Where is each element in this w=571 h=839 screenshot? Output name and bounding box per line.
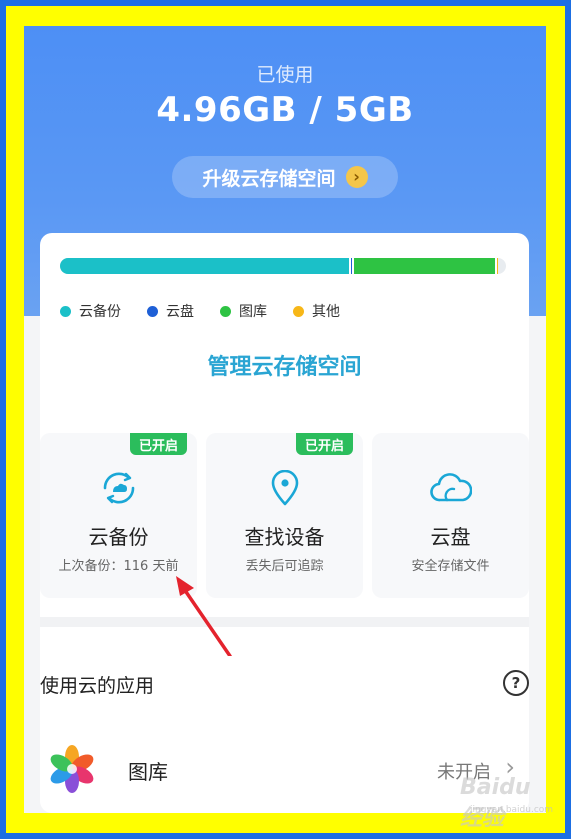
legend-dot (60, 305, 71, 317)
legend-dot (147, 305, 158, 317)
tile-title: 查找设备 (244, 525, 325, 549)
legend-label: 其他 (312, 304, 340, 320)
bar-segment-other (495, 258, 498, 274)
tile-title: 云备份 (88, 525, 149, 549)
manage-storage-link[interactable]: 管理云存储空间 (40, 349, 529, 381)
bar-segment-gallery (351, 258, 496, 274)
legend-label: 图库 (239, 304, 267, 320)
section-divider (40, 617, 529, 627)
feature-tiles: 已开启 云备份 上次备份：116 天前 已开启 查找设备 丢失后可追踪 云盘 安… (40, 433, 529, 603)
upgrade-storage-label: 升级云存储空间 (202, 167, 336, 190)
legend-dot (293, 305, 304, 317)
storage-card: 云备份 云盘 图库 其他 管理云存储空间 已开启 云备份 上次备份：116 天前… (40, 233, 529, 813)
status-badge: 已开启 (129, 433, 187, 455)
used-value: 4.96GB / 5GB (156, 90, 414, 130)
legend-label: 云盘 (166, 304, 194, 320)
watermark-sub: jingyan.baidu.com (470, 805, 554, 815)
question-icon[interactable]: ? (503, 670, 529, 696)
legend-item: 图库 (220, 301, 267, 321)
bar-segment-cloud-backup (60, 258, 350, 274)
upgrade-storage-button[interactable]: 升级云存储空间 › (172, 156, 398, 198)
apps-section-title: 使用云的应用 (40, 675, 155, 697)
tile-title: 云盘 (430, 525, 471, 549)
app-name: 图库 (128, 760, 168, 784)
chevron-right-icon: › (345, 166, 368, 188)
gallery-icon (48, 745, 96, 793)
legend-item: 云备份 (60, 301, 121, 321)
storage-usage-bar (60, 258, 506, 274)
app-row-gallery[interactable]: 图库 未开启 › (40, 733, 529, 803)
legend-item: 云盘 (147, 301, 194, 321)
legend-item: 其他 (293, 301, 340, 321)
used-label: 已使用 (256, 64, 314, 86)
red-arrow-annotation (176, 576, 232, 656)
cloud-backup-icon (40, 470, 197, 506)
status-badge: 已开启 (295, 433, 353, 455)
cloud-storage-screen: 已使用 4.96GB / 5GB 升级云存储空间 › 云备份 云盘 图库 其他 … (24, 26, 546, 813)
cloud-icon (372, 470, 529, 506)
legend-dot (220, 305, 231, 317)
storage-legend: 云备份 云盘 图库 其他 (60, 301, 340, 321)
tile-subtitle: 安全存储文件 (411, 559, 490, 574)
tile-cloud-drive[interactable]: 云盘 安全存储文件 (372, 433, 529, 598)
location-pin-icon (206, 470, 363, 506)
legend-label: 云备份 (79, 304, 121, 320)
